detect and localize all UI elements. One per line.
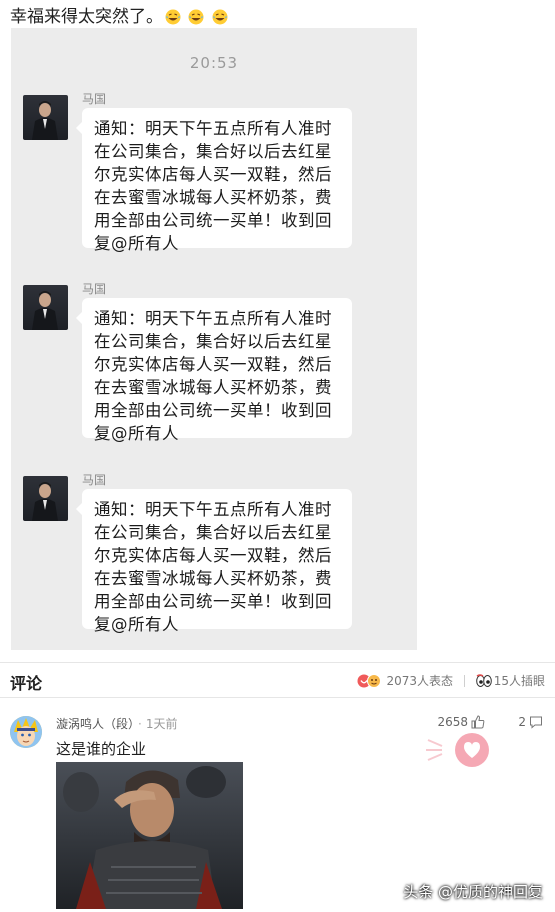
caption-text: 幸福来得太突然了。 [10, 7, 163, 27]
laughing-crying-icon [188, 9, 204, 25]
anime-character-icon [10, 716, 42, 748]
heart-stamp-icon [420, 720, 500, 784]
commenter-avatar[interactable] [10, 716, 42, 748]
comment-meta: 漩涡鸣人（段） · 1天前 [56, 715, 177, 732]
separator: · [138, 717, 142, 731]
person-portrait-icon [32, 291, 58, 330]
sender-name: 马国 [82, 92, 107, 106]
reply-count: 2 [518, 715, 526, 729]
post-caption: 幸福来得太突然了。 [10, 2, 230, 30]
message-bubble: 通知：明天下午五点所有人准时在公司集合，集合好以后去红星尔克实体店每人买一双鞋，… [76, 489, 352, 634]
comment-text: 这是谁的企业 [56, 740, 147, 758]
eyes-icon [475, 674, 492, 687]
chat-message: 马国 通知：明天下午五点所有人准时在公司集合，集合好以后去红星尔克实体店每人买一… [23, 92, 413, 295]
sender-avatar [23, 95, 68, 140]
laughing-crying-icon [212, 9, 228, 25]
reaction-emoji-icons [357, 674, 385, 691]
eyes-count: 15人插眼 [493, 674, 545, 688]
reply-button[interactable]: 2 [518, 715, 543, 729]
movie-still-image [56, 762, 243, 909]
comments-title: 评论 [10, 674, 43, 693]
reactions-summary[interactable]: 2073人表态 15人插眼 [357, 672, 545, 691]
person-portrait-icon [32, 101, 58, 140]
section-divider [0, 697, 555, 698]
commenter-name[interactable]: 漩涡鸣人（段） [56, 717, 134, 731]
comment-time: 1天前 [145, 717, 178, 731]
sender-avatar [23, 476, 68, 521]
reactions-count: 2073人表态 [386, 674, 454, 688]
comments-header: 评论 2073人表态 15人插眼 [0, 663, 555, 697]
person-portrait-icon [32, 482, 58, 521]
separator [463, 675, 465, 687]
emoji-group [165, 9, 230, 30]
comment-image[interactable] [56, 762, 243, 909]
laughing-crying-icon [165, 9, 181, 25]
comment-bubble-icon [530, 716, 542, 729]
watermark: 头条 @优质的神回复 [403, 883, 543, 901]
chat-message: 马国 通知：明天下午五点所有人准时在公司集合，集合好以后去红星尔克实体店每人买一… [23, 473, 413, 650]
sender-name: 马国 [82, 473, 107, 487]
chat-screenshot: 20:53 马国 通知：明天下午五点所有人准时在公司集合，集合好以后去红星尔克实… [11, 28, 417, 650]
sender-name: 马国 [82, 282, 107, 296]
message-bubble: 通知：明天下午五点所有人准时在公司集合，集合好以后去红星尔克实体店每人买一双鞋，… [76, 108, 352, 253]
sender-avatar [23, 285, 68, 330]
message-bubble: 通知：明天下午五点所有人准时在公司集合，集合好以后去红星尔克实体店每人买一双鞋，… [76, 298, 352, 443]
chat-timestamp: 20:53 [189, 54, 239, 72]
chat-message: 马国 通知：明天下午五点所有人准时在公司集合，集合好以后去红星尔克实体店每人买一… [23, 282, 413, 485]
